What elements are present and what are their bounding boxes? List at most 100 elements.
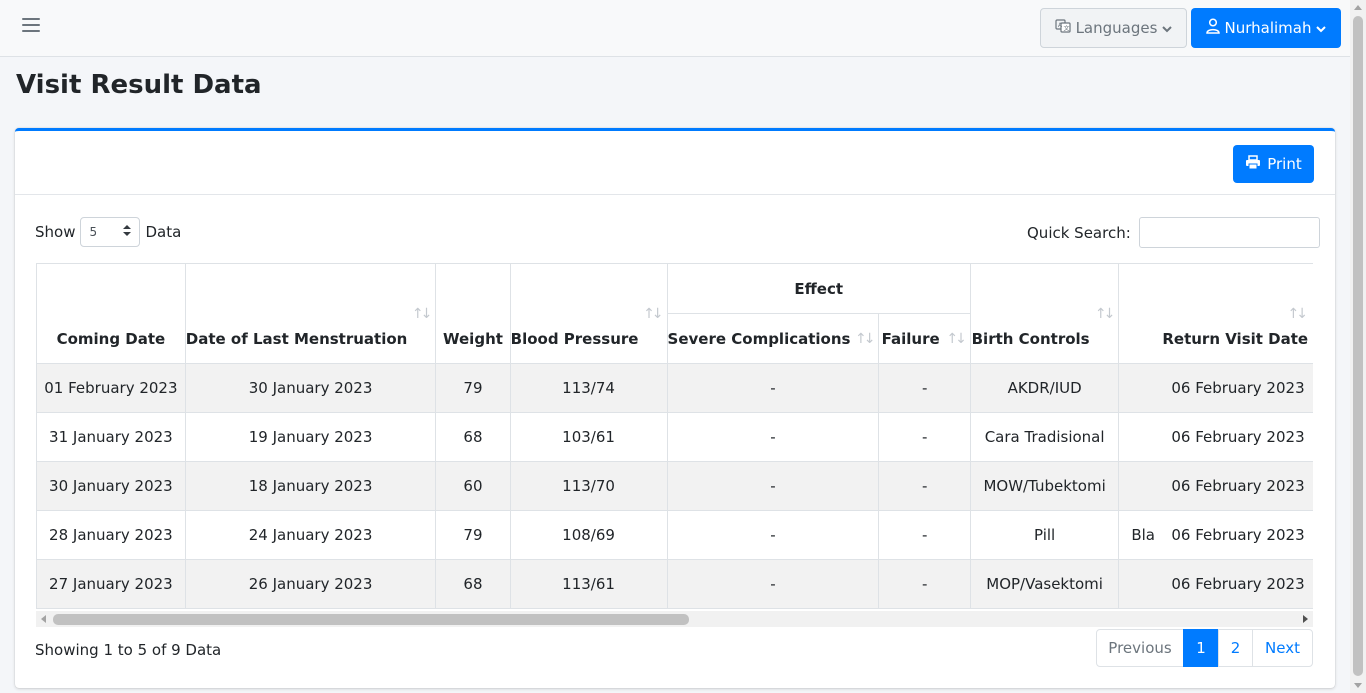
languages-dropdown-button[interactable]: A文 Languages [1040, 8, 1187, 48]
pagination-previous[interactable]: Previous [1096, 629, 1184, 667]
pagination-page-2[interactable]: 2 [1218, 629, 1253, 667]
table-row[interactable]: 27 January 2023 26 January 2023 68 113/61- -… [36, 559, 1313, 609]
col-return-visit-date-label: Return Visit Date [1162, 330, 1309, 348]
user-name-label: Nurhalimah [1224, 19, 1312, 37]
table-row[interactable]: 31 January 2023 19 January 2023 68 103/61- -… [36, 412, 1313, 462]
cell-return-visit-date: 06 February 2023 [1118, 559, 1313, 609]
print-button[interactable]: Print [1233, 145, 1314, 183]
cell-birth-controls: MOP/Vasektomi [969, 559, 1120, 609]
sort-icon: ↑↓ [411, 305, 433, 322]
col-group-effect: Effect [666, 263, 971, 314]
return-visit-date-text: 06 February 2023 [1171, 575, 1305, 593]
sort-icon: ↑↓ [855, 330, 876, 347]
visit-result-card: Print Show 5 Data Quick Search: Coming D… [15, 128, 1335, 688]
col-last-menstruation-label: Date of Last Menstruation [185, 330, 408, 348]
table-body: 01 February 2023 30 January 2023 79 113/74-… [36, 363, 1313, 609]
table-row[interactable]: 30 January 2023 18 January 2023 60 113/70- -… [36, 461, 1313, 511]
return-visit-date-text: 06 February 2023 [1171, 379, 1305, 397]
quick-search-control: Quick Search: [1027, 217, 1320, 248]
col-blood-pressure[interactable]: Blood Pressure ↑↓ [509, 263, 668, 364]
quick-search-input[interactable] [1138, 217, 1320, 248]
col-failure[interactable]: Failure ↑↓ [878, 313, 971, 364]
show-label: Show [35, 223, 76, 241]
col-last-menstruation[interactable]: Date of Last Menstruation ↑↓ [184, 263, 437, 364]
cell-coming-date: 27 January 2023 [36, 559, 186, 609]
select-arrows-icon [123, 225, 132, 239]
table-info: Showing 1 to 5 of 9 Data [35, 641, 222, 659]
scroll-up-arrow-icon[interactable] [1354, 5, 1362, 10]
sort-icon: ↑↓ [1287, 305, 1309, 322]
col-severe-complications-label: Severe Complications [667, 329, 851, 348]
cell-last-menstruation: 26 January 2023 [184, 559, 437, 609]
cell-failure: - [878, 559, 971, 609]
pagination: Previous 1 2 Next [1096, 629, 1313, 667]
cell-overflow-text: Bla [1131, 526, 1155, 544]
cell-last-menstruation: 24 January 2023 [184, 510, 437, 560]
cell-last-menstruation: 30 January 2023 [184, 363, 437, 413]
table-row[interactable]: 28 January 2023 24 January 2023 79 108/69- -… [36, 510, 1313, 560]
card-header: Print [15, 131, 1335, 195]
col-blood-pressure-label: Blood Pressure [510, 330, 639, 348]
cell-coming-date: 28 January 2023 [36, 510, 186, 560]
cell-blood-pressure: 103/61 [509, 412, 668, 462]
svg-text:文: 文 [1063, 25, 1069, 33]
top-navbar: A文 Languages Nurhalimah [0, 0, 1350, 57]
col-birth-controls[interactable]: Birth Controls ↑↓ [969, 263, 1120, 364]
sort-icon: ↑↓ [1094, 305, 1116, 322]
sort-icon: ↑↓ [946, 330, 967, 347]
menu-toggle-icon[interactable] [22, 18, 40, 34]
cell-birth-controls: Pill [969, 510, 1120, 560]
cell-return-visit-date: 06 February 2023 [1118, 363, 1313, 413]
cell-blood-pressure: 108/69 [509, 510, 668, 560]
cell-severe-complications: - [666, 363, 880, 413]
chevron-down-icon [1316, 19, 1327, 37]
printer-icon [1245, 154, 1261, 174]
chevron-down-icon [1162, 19, 1173, 37]
page-vertical-scrollbar[interactable] [1350, 0, 1366, 693]
horizontal-scrollbar-thumb[interactable] [53, 614, 689, 625]
col-birth-controls-label: Birth Controls [971, 330, 1090, 348]
cell-weight: 68 [435, 559, 511, 609]
scroll-down-arrow-icon[interactable] [1354, 683, 1362, 688]
cell-weight: 79 [435, 363, 511, 413]
cell-return-visit-date: Bla 06 February 2023 [1118, 510, 1313, 560]
return-visit-date-text: 06 February 2023 [1171, 477, 1305, 495]
scroll-right-arrow-icon[interactable] [1303, 615, 1308, 623]
scrollbar-thumb[interactable] [1353, 16, 1363, 676]
col-severe-complications[interactable]: Severe Complications ↑↓ [666, 313, 880, 364]
data-label: Data [145, 223, 182, 241]
pagination-page-1[interactable]: 1 [1183, 629, 1219, 667]
translate-icon: A文 [1054, 18, 1071, 38]
user-icon [1205, 18, 1220, 38]
cell-last-menstruation: 18 January 2023 [184, 461, 437, 511]
sort-icon: ↑↓ [643, 305, 664, 322]
entries-per-page-select[interactable]: 5 [80, 217, 141, 247]
visit-results-table-container: Coming Date Date of Last Menstruation ↑↓ … [36, 263, 1313, 626]
table-horizontal-scrollbar[interactable] [36, 611, 1313, 627]
cell-severe-complications: - [666, 412, 880, 462]
return-visit-date-text: 06 February 2023 [1171, 428, 1305, 446]
cell-weight: 79 [435, 510, 511, 560]
col-return-visit-date[interactable]: Return Visit Date ↑↓ [1118, 263, 1313, 364]
cell-failure: - [878, 412, 971, 462]
col-coming-date[interactable]: Coming Date [36, 263, 186, 364]
visit-results-table: Coming Date Date of Last Menstruation ↑↓ … [36, 263, 1313, 609]
cell-failure: - [878, 363, 971, 413]
scroll-left-arrow-icon[interactable] [41, 615, 46, 623]
cell-return-visit-date: 06 February 2023 [1118, 412, 1313, 462]
cell-weight: 60 [435, 461, 511, 511]
pagination-next[interactable]: Next [1252, 629, 1313, 667]
cell-severe-complications: - [666, 461, 880, 511]
return-visit-date-text: 06 February 2023 [1171, 526, 1305, 544]
cell-birth-controls: MOW/Tubektomi [969, 461, 1120, 511]
col-weight[interactable]: Weight [435, 263, 511, 364]
cell-weight: 68 [435, 412, 511, 462]
cell-coming-date: 31 January 2023 [36, 412, 186, 462]
table-row[interactable]: 01 February 2023 30 January 2023 79 113/74-… [36, 363, 1313, 413]
cell-coming-date: 30 January 2023 [36, 461, 186, 511]
cell-birth-controls: Cara Tradisional [969, 412, 1120, 462]
cell-birth-controls: AKDR/IUD [969, 363, 1120, 413]
languages-label: Languages [1075, 19, 1158, 37]
user-dropdown-button[interactable]: Nurhalimah [1191, 8, 1341, 48]
cell-coming-date: 01 February 2023 [36, 363, 186, 413]
